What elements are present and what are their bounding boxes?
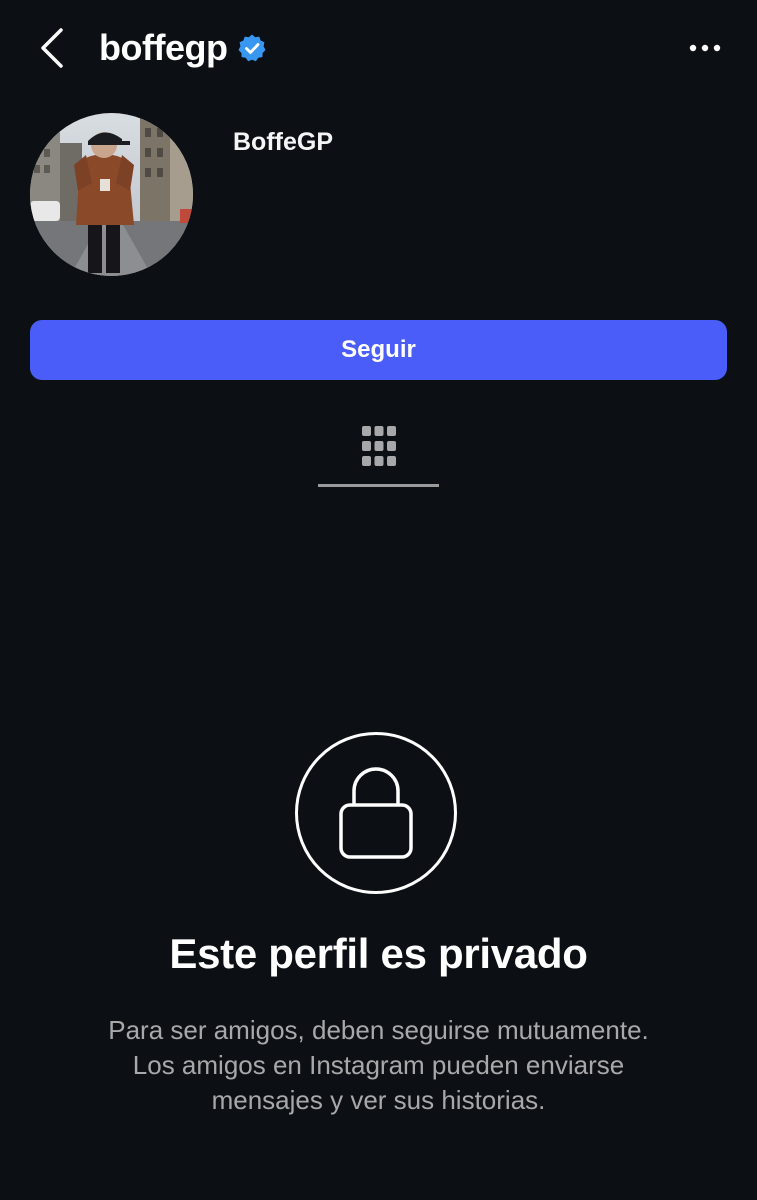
private-profile-title: Este perfil es privado: [169, 930, 588, 977]
follow-button[interactable]: Seguir: [30, 320, 727, 380]
more-options-button[interactable]: [683, 26, 727, 70]
active-tab-indicator: [318, 484, 439, 487]
description-line: Los amigos en Instagram pueden enviarse: [132, 1050, 625, 1080]
username-container: boffegp: [99, 22, 267, 74]
description-line: mensajes y ver sus historias.: [211, 1085, 546, 1115]
page-title: boffegp: [99, 27, 228, 68]
verified-badge-icon: [237, 33, 267, 63]
back-button[interactable]: [30, 24, 74, 72]
grid-icon: [361, 426, 396, 466]
top-bar: boffegp: [0, 0, 757, 96]
avatar[interactable]: [30, 113, 193, 276]
lock-badge: [295, 732, 457, 894]
more-horizontal-icon: [689, 44, 721, 52]
tab-grid[interactable]: [318, 405, 439, 487]
description-line: Para ser amigos, deben seguirse mutuamen…: [108, 1015, 649, 1045]
lock-icon: [339, 767, 413, 859]
chevron-left-icon: [41, 28, 63, 68]
profile-screen: boffegp BoffeGP Seguir Este perfil es pr…: [0, 0, 757, 1200]
display-name: BoffeGP: [233, 128, 333, 156]
private-profile-description: Para ser amigos, deben seguirse mutuamen…: [60, 1013, 697, 1118]
